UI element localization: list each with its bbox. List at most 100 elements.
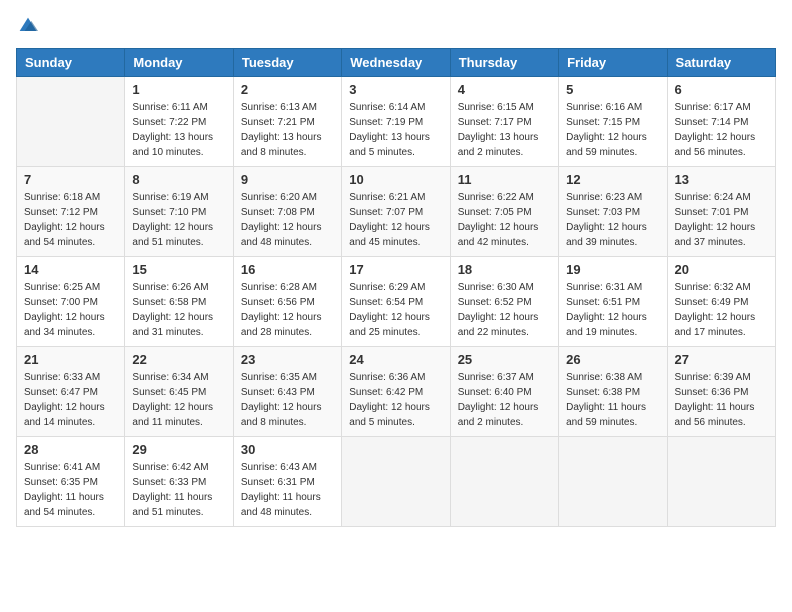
- day-number: 5: [566, 82, 659, 97]
- day-info: Sunrise: 6:25 AMSunset: 7:00 PMDaylight:…: [24, 280, 117, 340]
- day-number: 12: [566, 172, 659, 187]
- calendar-cell: 11Sunrise: 6:22 AMSunset: 7:05 PMDayligh…: [450, 167, 558, 257]
- calendar-week-row: 28 Sunrise: 6:41 AMSunset: 6:35 PMDayligh…: [17, 437, 776, 527]
- day-number: 28: [24, 442, 117, 457]
- calendar-cell: 13 Sunrise: 6:24 AMSunset: 7:01 PMDayligh…: [667, 167, 775, 257]
- calendar-cell: [667, 437, 775, 527]
- day-number: 1: [132, 82, 225, 97]
- day-info: Sunrise: 6:13 AMSunset: 7:21 PMDaylight:…: [241, 100, 334, 160]
- calendar-header-saturday: Saturday: [667, 49, 775, 77]
- calendar-cell: 29 Sunrise: 6:42 AMSunset: 6:33 PMDayligh…: [125, 437, 233, 527]
- calendar-cell: 7 Sunrise: 6:18 AMSunset: 7:12 PMDaylight…: [17, 167, 125, 257]
- calendar-cell: [450, 437, 558, 527]
- calendar-header-row: SundayMondayTuesdayWednesdayThursdayFrid…: [17, 49, 776, 77]
- calendar-header-tuesday: Tuesday: [233, 49, 341, 77]
- calendar: SundayMondayTuesdayWednesdayThursdayFrid…: [16, 48, 776, 527]
- calendar-cell: 6 Sunrise: 6:17 AMSunset: 7:14 PMDaylight…: [667, 77, 775, 167]
- day-info: Sunrise: 6:38 AMSunset: 6:38 PMDaylight:…: [566, 370, 659, 430]
- day-number: 25: [458, 352, 551, 367]
- calendar-week-row: 14 Sunrise: 6:25 AMSunset: 7:00 PMDayligh…: [17, 257, 776, 347]
- calendar-cell: 12 Sunrise: 6:23 AMSunset: 7:03 PMDayligh…: [559, 167, 667, 257]
- calendar-header-sunday: Sunday: [17, 49, 125, 77]
- day-info: Sunrise: 6:15 AMSunset: 7:17 PMDaylight:…: [458, 100, 551, 160]
- calendar-cell: 21 Sunrise: 6:33 AMSunset: 6:47 PMDayligh…: [17, 347, 125, 437]
- calendar-week-row: 21 Sunrise: 6:33 AMSunset: 6:47 PMDayligh…: [17, 347, 776, 437]
- day-info: Sunrise: 6:43 AMSunset: 6:31 PMDaylight:…: [241, 460, 334, 520]
- calendar-cell: 25 Sunrise: 6:37 AMSunset: 6:40 PMDayligh…: [450, 347, 558, 437]
- day-number: 13: [675, 172, 768, 187]
- day-info: Sunrise: 6:32 AMSunset: 6:49 PMDaylight:…: [675, 280, 768, 340]
- day-info: Sunrise: 6:17 AMSunset: 7:14 PMDaylight:…: [675, 100, 768, 160]
- day-info: Sunrise: 6:18 AMSunset: 7:12 PMDaylight:…: [24, 190, 117, 250]
- calendar-cell: 8 Sunrise: 6:19 AMSunset: 7:10 PMDaylight…: [125, 167, 233, 257]
- logo-icon: [18, 16, 38, 36]
- day-info: Sunrise: 6:26 AMSunset: 6:58 PMDaylight:…: [132, 280, 225, 340]
- day-info: Sunrise: 6:31 AMSunset: 6:51 PMDaylight:…: [566, 280, 659, 340]
- day-number: 2: [241, 82, 334, 97]
- calendar-cell: 1 Sunrise: 6:11 AMSunset: 7:22 PMDaylight…: [125, 77, 233, 167]
- calendar-cell: [559, 437, 667, 527]
- day-number: 4: [458, 82, 551, 97]
- day-number: 6: [675, 82, 768, 97]
- calendar-week-row: 7 Sunrise: 6:18 AMSunset: 7:12 PMDaylight…: [17, 167, 776, 257]
- calendar-cell: 4 Sunrise: 6:15 AMSunset: 7:17 PMDaylight…: [450, 77, 558, 167]
- calendar-cell: 5 Sunrise: 6:16 AMSunset: 7:15 PMDaylight…: [559, 77, 667, 167]
- calendar-cell: 19 Sunrise: 6:31 AMSunset: 6:51 PMDayligh…: [559, 257, 667, 347]
- calendar-cell: 26 Sunrise: 6:38 AMSunset: 6:38 PMDayligh…: [559, 347, 667, 437]
- day-info: Sunrise: 6:39 AMSunset: 6:36 PMDaylight:…: [675, 370, 768, 430]
- day-info: Sunrise: 6:37 AMSunset: 6:40 PMDaylight:…: [458, 370, 551, 430]
- day-info: Sunrise: 6:16 AMSunset: 7:15 PMDaylight:…: [566, 100, 659, 160]
- day-number: 9: [241, 172, 334, 187]
- calendar-cell: 2 Sunrise: 6:13 AMSunset: 7:21 PMDaylight…: [233, 77, 341, 167]
- calendar-header-wednesday: Wednesday: [342, 49, 450, 77]
- page-header: [16, 16, 776, 36]
- day-number: 30: [241, 442, 334, 457]
- calendar-cell: 23 Sunrise: 6:35 AMSunset: 6:43 PMDayligh…: [233, 347, 341, 437]
- day-info: Sunrise: 6:29 AMSunset: 6:54 PMDaylight:…: [349, 280, 442, 340]
- calendar-cell: 28 Sunrise: 6:41 AMSunset: 6:35 PMDayligh…: [17, 437, 125, 527]
- day-info: Sunrise: 6:28 AMSunset: 6:56 PMDaylight:…: [241, 280, 334, 340]
- day-number: 18: [458, 262, 551, 277]
- day-info: Sunrise: 6:23 AMSunset: 7:03 PMDaylight:…: [566, 190, 659, 250]
- day-number: 15: [132, 262, 225, 277]
- calendar-cell: 16 Sunrise: 6:28 AMSunset: 6:56 PMDayligh…: [233, 257, 341, 347]
- day-info: Sunrise: 6:41 AMSunset: 6:35 PMDaylight:…: [24, 460, 117, 520]
- calendar-cell: 18 Sunrise: 6:30 AMSunset: 6:52 PMDayligh…: [450, 257, 558, 347]
- calendar-cell: 27 Sunrise: 6:39 AMSunset: 6:36 PMDayligh…: [667, 347, 775, 437]
- day-number: 27: [675, 352, 768, 367]
- day-info: Sunrise: 6:22 AMSunset: 7:05 PMDaylight:…: [458, 190, 551, 250]
- day-info: Sunrise: 6:34 AMSunset: 6:45 PMDaylight:…: [132, 370, 225, 430]
- day-number: 8: [132, 172, 225, 187]
- calendar-header-thursday: Thursday: [450, 49, 558, 77]
- day-info: Sunrise: 6:24 AMSunset: 7:01 PMDaylight:…: [675, 190, 768, 250]
- calendar-header-monday: Monday: [125, 49, 233, 77]
- day-info: Sunrise: 6:30 AMSunset: 6:52 PMDaylight:…: [458, 280, 551, 340]
- day-number: 20: [675, 262, 768, 277]
- day-number: 3: [349, 82, 442, 97]
- day-info: Sunrise: 6:42 AMSunset: 6:33 PMDaylight:…: [132, 460, 225, 520]
- calendar-cell: 30 Sunrise: 6:43 AMSunset: 6:31 PMDayligh…: [233, 437, 341, 527]
- day-number: 16: [241, 262, 334, 277]
- day-number: 26: [566, 352, 659, 367]
- day-info: Sunrise: 6:20 AMSunset: 7:08 PMDaylight:…: [241, 190, 334, 250]
- day-info: Sunrise: 6:35 AMSunset: 6:43 PMDaylight:…: [241, 370, 334, 430]
- calendar-cell: 9 Sunrise: 6:20 AMSunset: 7:08 PMDaylight…: [233, 167, 341, 257]
- calendar-cell: 24 Sunrise: 6:36 AMSunset: 6:42 PMDayligh…: [342, 347, 450, 437]
- calendar-cell: [342, 437, 450, 527]
- day-number: 7: [24, 172, 117, 187]
- day-info: Sunrise: 6:36 AMSunset: 6:42 PMDaylight:…: [349, 370, 442, 430]
- day-number: 14: [24, 262, 117, 277]
- calendar-cell: [17, 77, 125, 167]
- day-info: Sunrise: 6:21 AMSunset: 7:07 PMDaylight:…: [349, 190, 442, 250]
- day-number: 17: [349, 262, 442, 277]
- day-info: Sunrise: 6:33 AMSunset: 6:47 PMDaylight:…: [24, 370, 117, 430]
- day-info: Sunrise: 6:19 AMSunset: 7:10 PMDaylight:…: [132, 190, 225, 250]
- day-number: 23: [241, 352, 334, 367]
- calendar-cell: 3 Sunrise: 6:14 AMSunset: 7:19 PMDaylight…: [342, 77, 450, 167]
- day-number: 29: [132, 442, 225, 457]
- day-info: Sunrise: 6:11 AMSunset: 7:22 PMDaylight:…: [132, 100, 225, 160]
- day-number: 21: [24, 352, 117, 367]
- day-number: 24: [349, 352, 442, 367]
- day-info: Sunrise: 6:14 AMSunset: 7:19 PMDaylight:…: [349, 100, 442, 160]
- day-number: 19: [566, 262, 659, 277]
